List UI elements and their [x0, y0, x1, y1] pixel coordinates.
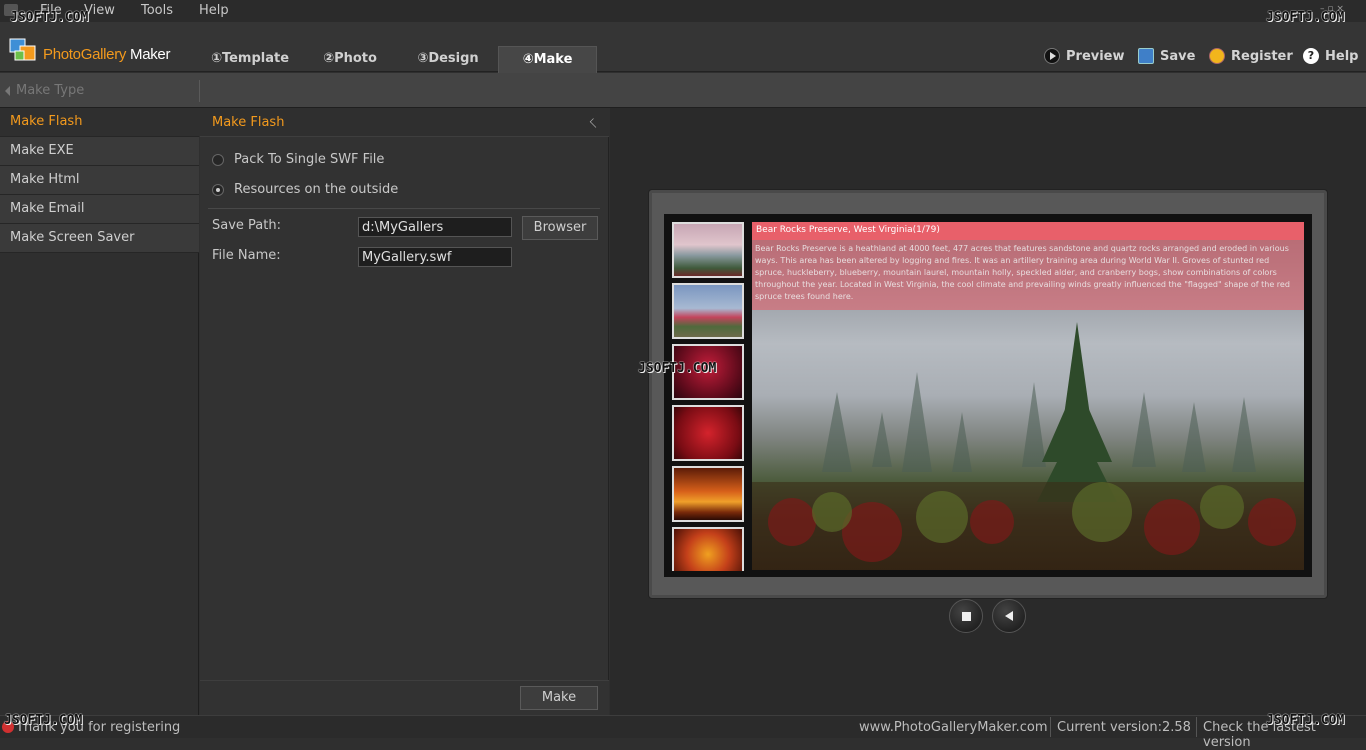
save-icon [1138, 48, 1154, 64]
stop-icon [962, 612, 971, 621]
watermark: JSOFTJ.COM [1266, 10, 1345, 25]
watermark: JSOFTJ.COM [1266, 713, 1345, 728]
logo-part1: PhotoGallery [43, 46, 127, 63]
tab-make[interactable]: ④Make [498, 46, 597, 73]
thumbnail[interactable] [672, 527, 744, 571]
divider [1196, 717, 1197, 737]
register-button[interactable]: Register [1209, 48, 1293, 64]
save-label: Save [1160, 48, 1196, 64]
sub-bar [0, 73, 1366, 108]
save-path-label: Save Path: [212, 218, 281, 233]
option-resources-outside-label: Resources on the outside [234, 182, 399, 197]
thumbnail[interactable] [672, 405, 744, 461]
thumbnail[interactable] [672, 466, 744, 522]
tab-design[interactable]: ③Design [398, 48, 498, 72]
make-type-label: Make Type [16, 83, 85, 98]
app-logo: PhotoGallery Maker [43, 46, 170, 63]
make-button[interactable]: Make [520, 686, 598, 710]
preview-label: Preview [1066, 48, 1125, 64]
preview-button[interactable]: Preview [1044, 48, 1125, 64]
collapse-left-icon[interactable] [5, 86, 10, 96]
radio-selected-dot [216, 188, 220, 192]
stop-button[interactable] [949, 599, 983, 633]
settings-panel [200, 108, 609, 715]
sidebar-item-make-screen-saver[interactable]: Make Screen Saver [0, 224, 199, 253]
sidebar-item-make-html[interactable]: Make Html [0, 166, 199, 195]
help-button[interactable]: ? Help [1303, 48, 1358, 64]
option-single-swf-label: Pack To Single SWF File [234, 152, 385, 167]
sidebar-item-make-exe[interactable]: Make EXE [0, 137, 199, 166]
divider [199, 80, 200, 102]
caption-title: Bear Rocks Preserve, West Virginia(1/79) [752, 222, 1304, 240]
watermark: JSOFTJ.COM [4, 713, 83, 728]
radio-single-swf[interactable] [212, 154, 224, 166]
website-link[interactable]: www.PhotoGalleryMaker.com [859, 720, 1048, 735]
save-button[interactable]: Save [1138, 48, 1195, 64]
menu-view[interactable]: View [84, 3, 115, 18]
thumbnail[interactable] [672, 222, 744, 278]
divider [208, 208, 600, 209]
panel-title: Make Flash [212, 115, 285, 130]
menu-tools[interactable]: Tools [141, 3, 173, 18]
help-label: Help [1325, 48, 1359, 64]
file-name-input[interactable]: MyGallery.swf [358, 247, 512, 267]
register-label: Register [1231, 48, 1293, 64]
watermark: JSOFTJ.COM [638, 361, 717, 376]
register-icon [1209, 48, 1225, 64]
menu-help[interactable]: Help [199, 3, 229, 18]
tab-template[interactable]: ①Template [200, 48, 300, 72]
volume-button[interactable] [992, 599, 1026, 633]
help-icon: ? [1303, 48, 1319, 64]
file-name-label: File Name: [212, 248, 281, 263]
sidebar-item-make-email[interactable]: Make Email [0, 195, 199, 224]
browse-button[interactable]: Browser [522, 216, 598, 240]
logo-icon [8, 36, 38, 64]
sidebar-item-make-flash[interactable]: Make Flash [0, 108, 199, 137]
play-icon [1044, 48, 1060, 64]
logo-part2: Maker [126, 46, 171, 63]
tab-photo[interactable]: ②Photo [300, 48, 400, 72]
watermark: JSOFTJ.COM [10, 10, 89, 25]
version-text: Current version:2.58 [1057, 720, 1191, 735]
volume-icon [1005, 611, 1013, 621]
caption-body: Bear Rocks Preserve is a heathland at 40… [755, 244, 1290, 301]
thumbnail[interactable] [672, 283, 744, 339]
save-path-input[interactable]: d:\MyGallers [358, 217, 512, 237]
radio-resources-outside[interactable] [212, 184, 224, 196]
divider [1050, 717, 1051, 737]
